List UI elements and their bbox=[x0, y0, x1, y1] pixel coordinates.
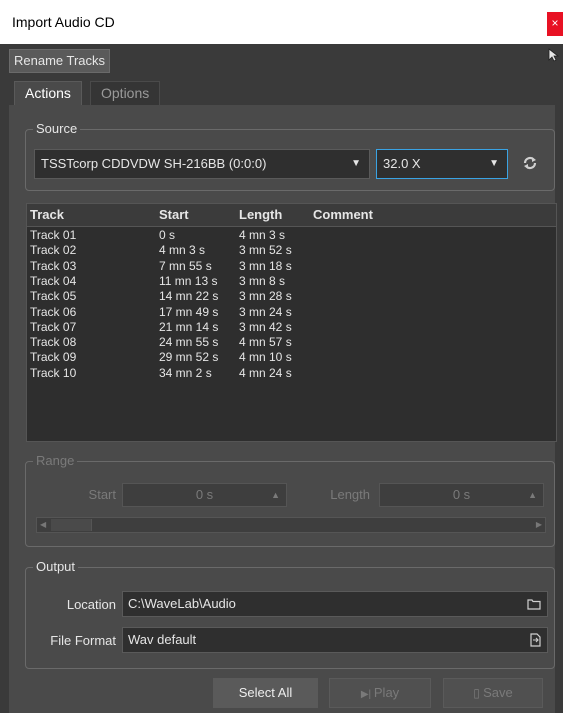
close-button[interactable]: × bbox=[547, 12, 563, 36]
track-start-cell: 7 mn 55 s bbox=[159, 258, 212, 273]
play-icon: ▶| bbox=[360, 689, 374, 700]
track-name-cell: Track 01 bbox=[30, 228, 77, 242]
range-length-label: Length bbox=[330, 487, 370, 502]
track-name-cell: Track 08 bbox=[30, 335, 77, 350]
select-all-button[interactable]: Select All bbox=[213, 678, 318, 708]
range-scrollbar[interactable]: ◀ ▶ bbox=[36, 517, 546, 533]
output-legend: Output bbox=[33, 559, 79, 574]
file-format-label: File Format bbox=[50, 633, 116, 648]
save-label: Save bbox=[483, 685, 513, 700]
output-group bbox=[25, 567, 555, 669]
table-row[interactable]: Track 04 11 mn 13 s 3 mn 8 s bbox=[27, 274, 556, 289]
speed-value: 32.0 X bbox=[383, 156, 421, 171]
track-length-cell: 3 mn 24 s bbox=[239, 304, 292, 319]
range-start-label: Start bbox=[88, 487, 116, 502]
location-value: C:\WaveLab\Audio bbox=[128, 596, 236, 611]
scroll-right-icon[interactable]: ▶ bbox=[536, 518, 542, 532]
track-name-cell: Track 02 bbox=[30, 243, 77, 258]
window-title: Import Audio CD bbox=[12, 14, 115, 30]
play-button[interactable]: ▶| Play bbox=[329, 678, 431, 708]
track-length-cell: 3 mn 28 s bbox=[239, 289, 292, 304]
track-start-cell: 4 mn 3 s bbox=[159, 243, 206, 258]
chevron-down-icon: ▼ bbox=[489, 158, 499, 169]
title-bar: Import Audio CD × bbox=[0, 0, 563, 44]
table-header: Track Start Length Comment bbox=[27, 204, 556, 227]
track-start-cell: 21 mn 14 s bbox=[159, 319, 219, 334]
file-format-icon[interactable] bbox=[529, 633, 541, 647]
track-name-cell: Track 04 bbox=[30, 273, 77, 288]
drive-select[interactable]: TSSTcorp CDDVDW SH-216BB (0:0:0) ▼ bbox=[34, 149, 370, 179]
track-start-cell: 29 mn 52 s bbox=[159, 350, 219, 365]
location-field[interactable]: C:\WaveLab\Audio bbox=[122, 591, 548, 617]
table-row[interactable]: Track 06 17 mn 49 s 3 mn 24 s bbox=[27, 305, 556, 320]
track-start-cell: 34 mn 2 s bbox=[159, 365, 212, 380]
track-start-cell: 17 mn 49 s bbox=[159, 304, 219, 319]
track-start-cell: 14 mn 22 s bbox=[159, 289, 219, 304]
play-label: Play bbox=[373, 685, 400, 700]
track-length-cell: 3 mn 52 s bbox=[239, 243, 292, 258]
source-legend: Source bbox=[33, 121, 81, 136]
track-length-cell: 3 mn 8 s bbox=[239, 273, 286, 288]
table-row[interactable]: Track 07 21 mn 14 s 3 mn 42 s bbox=[27, 320, 556, 335]
range-start-input[interactable]: 0 s ▲ bbox=[122, 483, 287, 507]
table-row[interactable]: Track 03 7 mn 55 s 3 mn 18 s bbox=[27, 259, 556, 274]
column-header-comment[interactable]: Comment bbox=[313, 207, 373, 222]
table-row[interactable]: Track 01 0 s 4 mn 3 s bbox=[27, 228, 556, 243]
spinner-icon[interactable]: ▲ bbox=[271, 484, 280, 506]
track-name-cell: Track 09 bbox=[30, 350, 77, 365]
column-header-start[interactable]: Start bbox=[159, 207, 189, 222]
range-length-input[interactable]: 0 s ▲ bbox=[379, 483, 544, 507]
mouse-cursor-icon bbox=[548, 48, 560, 62]
track-length-cell: 3 mn 18 s bbox=[239, 258, 292, 273]
table-row[interactable]: Track 08 24 mn 55 s 4 mn 57 s bbox=[27, 335, 556, 350]
folder-icon[interactable] bbox=[527, 598, 541, 610]
rename-tracks-button[interactable]: Rename Tracks bbox=[9, 49, 111, 73]
range-length-value: 0 s bbox=[452, 487, 471, 502]
location-label: Location bbox=[66, 597, 116, 612]
column-header-length[interactable]: Length bbox=[239, 207, 282, 222]
save-icon: ▯ bbox=[473, 686, 484, 700]
table-row[interactable]: Track 09 29 mn 52 s 4 mn 10 s bbox=[27, 350, 556, 365]
track-name-cell: Track 03 bbox=[30, 258, 77, 273]
tab-actions[interactable]: Actions bbox=[14, 81, 82, 106]
table-row[interactable]: Track 02 4 mn 3 s 3 mn 52 s bbox=[27, 243, 556, 258]
column-header-track[interactable]: Track bbox=[30, 207, 64, 222]
range-legend: Range bbox=[33, 453, 78, 468]
scroll-left-icon[interactable]: ◀ bbox=[40, 518, 46, 532]
spinner-icon[interactable]: ▲ bbox=[528, 484, 537, 506]
table-row[interactable]: Track 05 14 mn 22 s 3 mn 28 s bbox=[27, 289, 556, 304]
file-format-field[interactable]: Wav default bbox=[122, 627, 548, 653]
track-length-cell: 4 mn 10 s bbox=[239, 350, 292, 365]
table-row[interactable]: Track 10 34 mn 2 s 4 mn 24 s bbox=[27, 366, 556, 381]
scrollbar-thumb[interactable] bbox=[51, 519, 92, 531]
track-length-cell: 4 mn 24 s bbox=[239, 365, 292, 380]
track-start-cell: 24 mn 55 s bbox=[159, 335, 219, 350]
track-table[interactable]: Track Start Length Comment Track 01 0 s4 … bbox=[26, 203, 557, 442]
track-name-cell: Track 10 bbox=[30, 365, 77, 380]
track-start-cell: 11 mn 13 s bbox=[159, 273, 218, 288]
track-name-cell: Track 07 bbox=[30, 319, 77, 334]
refresh-icon[interactable] bbox=[522, 155, 538, 171]
speed-select[interactable]: 32.0 X ▼ bbox=[376, 149, 508, 179]
track-length-cell: 4 mn 57 s bbox=[239, 335, 292, 350]
chevron-down-icon: ▼ bbox=[351, 158, 361, 169]
save-button[interactable]: ▯ Save bbox=[443, 678, 543, 708]
track-name-cell: Track 05 bbox=[30, 289, 77, 304]
track-name-cell: Track 06 bbox=[30, 304, 77, 319]
track-length-cell: 4 mn 3 s bbox=[239, 228, 286, 242]
track-length-cell: 3 mn 42 s bbox=[239, 319, 292, 334]
track-start-cell: 0 s bbox=[159, 228, 176, 242]
tab-options[interactable]: Options bbox=[90, 81, 161, 106]
drive-value: TSSTcorp CDDVDW SH-216BB (0:0:0) bbox=[41, 156, 267, 171]
file-format-value: Wav default bbox=[128, 632, 197, 647]
range-start-value: 0 s bbox=[195, 487, 214, 502]
